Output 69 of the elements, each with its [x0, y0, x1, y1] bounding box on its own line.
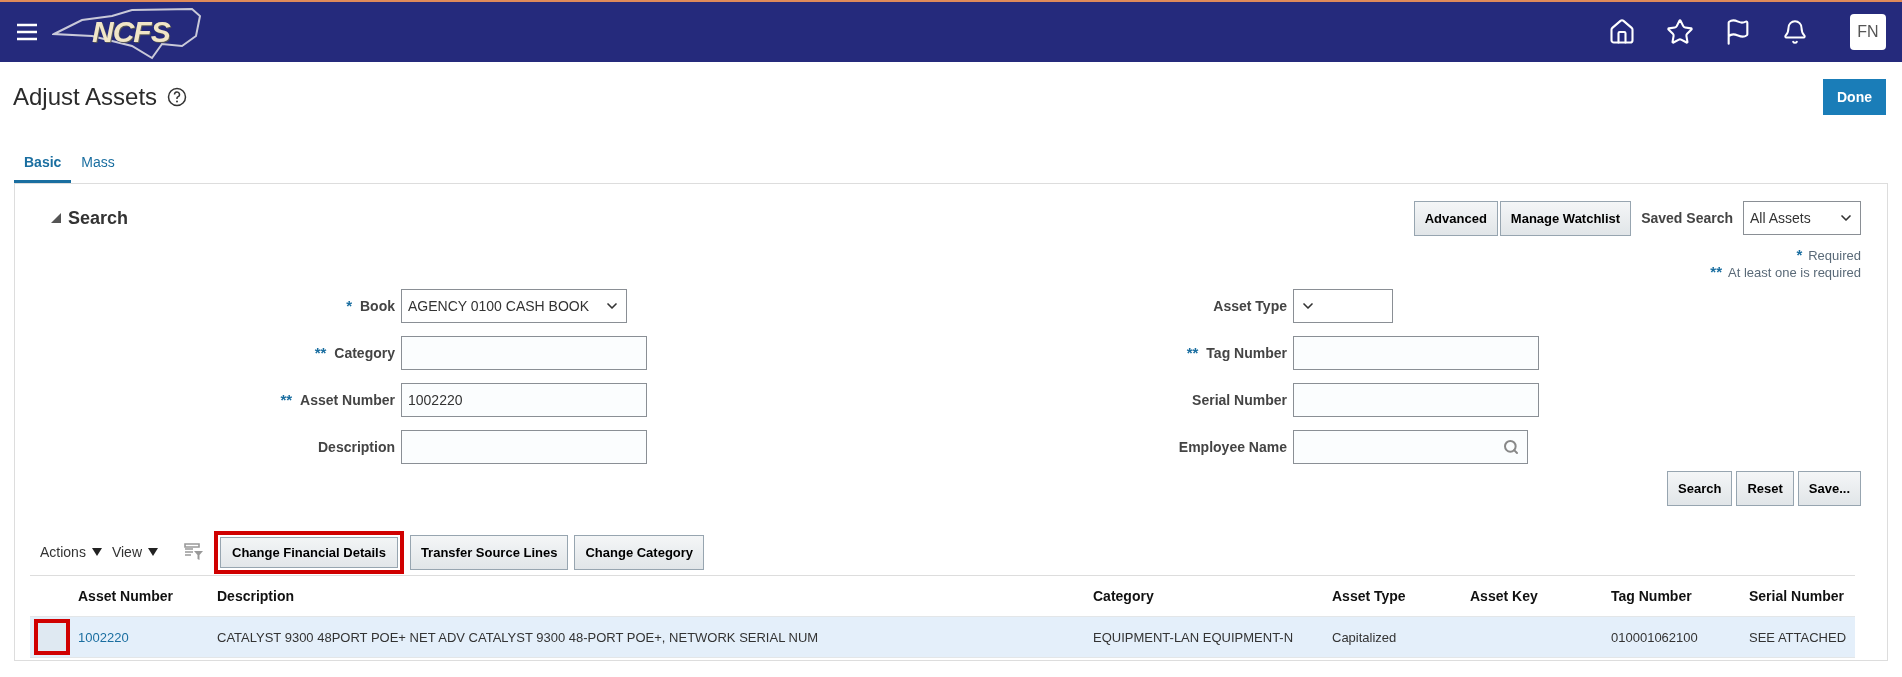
search-icon [1503, 438, 1519, 455]
page-title: Adjust Assets [13, 83, 158, 111]
field-label: Description [318, 438, 395, 455]
collapse-triangle-icon[interactable] [50, 212, 62, 224]
search-action-button[interactable]: Reset [1736, 471, 1794, 506]
column-header[interactable]: Category [1089, 588, 1328, 604]
help-icon[interactable] [167, 87, 188, 107]
field-label: Category [334, 344, 395, 361]
menu-button[interactable]: View [111, 544, 158, 560]
table-cell-text: CATALYST 9300 48PORT POE+ NET ADV CATALYST 9300 48-PORT POE+, NETWORK SERIAL NUM [216, 629, 820, 645]
field-label: Book [360, 297, 395, 314]
table-cell-text: EQUIPMENT-LAN EQUIPMENT-N [1092, 629, 1295, 645]
star-icon[interactable] [1666, 18, 1694, 46]
done-button[interactable]: Done [1823, 79, 1886, 115]
column-header[interactable]: Asset Type [1328, 588, 1466, 604]
legend-text: At least one is required [1728, 265, 1861, 280]
saved-search-label: Saved Search [1641, 210, 1733, 226]
tab[interactable]: Basic [14, 146, 72, 183]
text-field[interactable] [401, 335, 647, 370]
search-action-button[interactable]: Search [1667, 471, 1733, 506]
tab[interactable]: Mass [71, 146, 125, 183]
row-selector[interactable] [34, 619, 70, 655]
required-mark: ** [1710, 263, 1723, 280]
text-field[interactable] [1293, 382, 1539, 417]
required-mark: * [346, 297, 352, 314]
table-cell-text: 010001062100 [1610, 629, 1699, 645]
required-mark: ** [280, 391, 293, 408]
field-label: Asset Type [1213, 297, 1287, 314]
column-header[interactable]: Asset Key [1466, 588, 1607, 604]
logo: NCFS [92, 15, 170, 49]
home-icon[interactable] [1608, 18, 1636, 46]
toolbar-button[interactable]: Advanced [1413, 200, 1498, 236]
bell-icon[interactable] [1782, 19, 1808, 45]
caret-icon [91, 548, 102, 556]
toolbar-button[interactable]: Manage Watchlist [1499, 200, 1632, 236]
text-field[interactable] [401, 429, 647, 464]
field-label: Serial Number [1192, 391, 1287, 408]
table-cell-text: Capitalized [1331, 629, 1398, 645]
search-action-button[interactable]: Save... [1797, 471, 1861, 506]
column-header[interactable]: Serial Number [1745, 588, 1855, 604]
select-field[interactable]: AGENCY 0100 CASH BOOK [401, 288, 627, 323]
text-field[interactable]: 1002220 [401, 382, 647, 417]
saved-search-select[interactable]: All Assets [1743, 201, 1861, 235]
field-label: Asset Number [300, 391, 395, 408]
asset-link[interactable]: 1002220 [74, 629, 213, 645]
user-avatar[interactable]: FN [1850, 14, 1886, 50]
menu-button[interactable]: Actions [40, 544, 102, 560]
toolbar-button[interactable]: Transfer Source Lines [409, 534, 569, 570]
table-cell-text: SEE ATTACHED [1748, 629, 1848, 645]
column-header[interactable]: Tag Number [1607, 588, 1745, 604]
lookup-field[interactable] [1293, 429, 1528, 464]
state-outline-icon [52, 6, 202, 60]
text-field[interactable] [1293, 335, 1539, 370]
filter-icon[interactable] [184, 543, 204, 561]
column-header[interactable]: Description [213, 588, 1089, 604]
field-label: Tag Number [1206, 344, 1287, 361]
required-mark: * [1796, 246, 1803, 263]
section-title: Search [68, 207, 129, 229]
menu-icon[interactable] [16, 23, 38, 41]
toolbar-button[interactable]: Change Financial Details [214, 530, 404, 574]
table-row[interactable]: 1002220 CATALYST 9300 48PORT POE+ NET ADV CATALYST 9300 48-PORT POE+, NETWORK SERIAL NUM EQUIPMENT-LAN EQUIPMENT-N Capitalized 010001062100 SEE ATTACHED [30, 617, 1855, 658]
select-field[interactable] [1293, 288, 1393, 323]
required-mark: ** [314, 344, 327, 361]
column-header[interactable]: Asset Number [74, 588, 213, 604]
required-mark: ** [1186, 344, 1199, 361]
toolbar-button[interactable]: Change Category [574, 534, 705, 570]
caret-icon [148, 548, 158, 556]
legend-text: Required [1808, 248, 1861, 263]
field-label: Employee Name [1178, 438, 1287, 455]
